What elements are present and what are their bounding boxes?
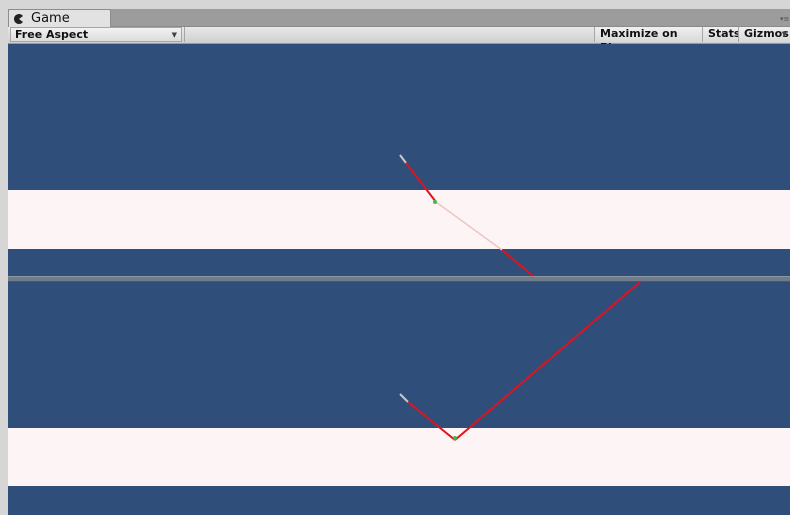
game-toolbar: Free Aspect ▼ Maximize on Play Stats Giz… bbox=[8, 27, 790, 54]
tab-bar: Game ▾≡ bbox=[8, 9, 790, 27]
pacman-icon bbox=[13, 13, 25, 25]
upper-ray-outgoing bbox=[501, 249, 534, 277]
game-window: Game ▾≡ Free Aspect ▼ Maximize on Play S… bbox=[0, 0, 790, 515]
upper-ray-incoming bbox=[405, 162, 437, 203]
toolbar-spacer bbox=[184, 27, 595, 42]
gizmos-button[interactable]: Gizmos ▼ bbox=[738, 27, 790, 42]
gizmos-dropdown-icon[interactable]: ▼ bbox=[782, 27, 787, 41]
game-viewport[interactable] bbox=[8, 44, 790, 515]
lower-ray-reflect-up bbox=[454, 281, 641, 441]
aspect-label: Free Aspect bbox=[15, 28, 89, 41]
lower-ray-incoming bbox=[407, 401, 456, 441]
upper-ray-start-segment bbox=[399, 154, 407, 164]
tab-game[interactable]: Game bbox=[8, 9, 111, 27]
ray-gizmos bbox=[399, 154, 641, 441]
dropdown-arrow-icon: ▼ bbox=[171, 31, 177, 39]
lower-ray-start-segment bbox=[399, 393, 409, 403]
maximize-on-play-toggle[interactable]: Maximize on Play bbox=[594, 27, 702, 54]
tab-title: Game bbox=[31, 11, 70, 26]
upper-ray-faint bbox=[435, 201, 503, 251]
tab-menu-icon[interactable]: ▾≡ bbox=[780, 15, 789, 23]
aspect-dropdown[interactable]: Free Aspect ▼ bbox=[10, 27, 182, 42]
upper-hit-marker bbox=[433, 200, 437, 204]
stats-toggle[interactable]: Stats bbox=[702, 27, 740, 42]
lower-hit-marker bbox=[453, 436, 457, 440]
